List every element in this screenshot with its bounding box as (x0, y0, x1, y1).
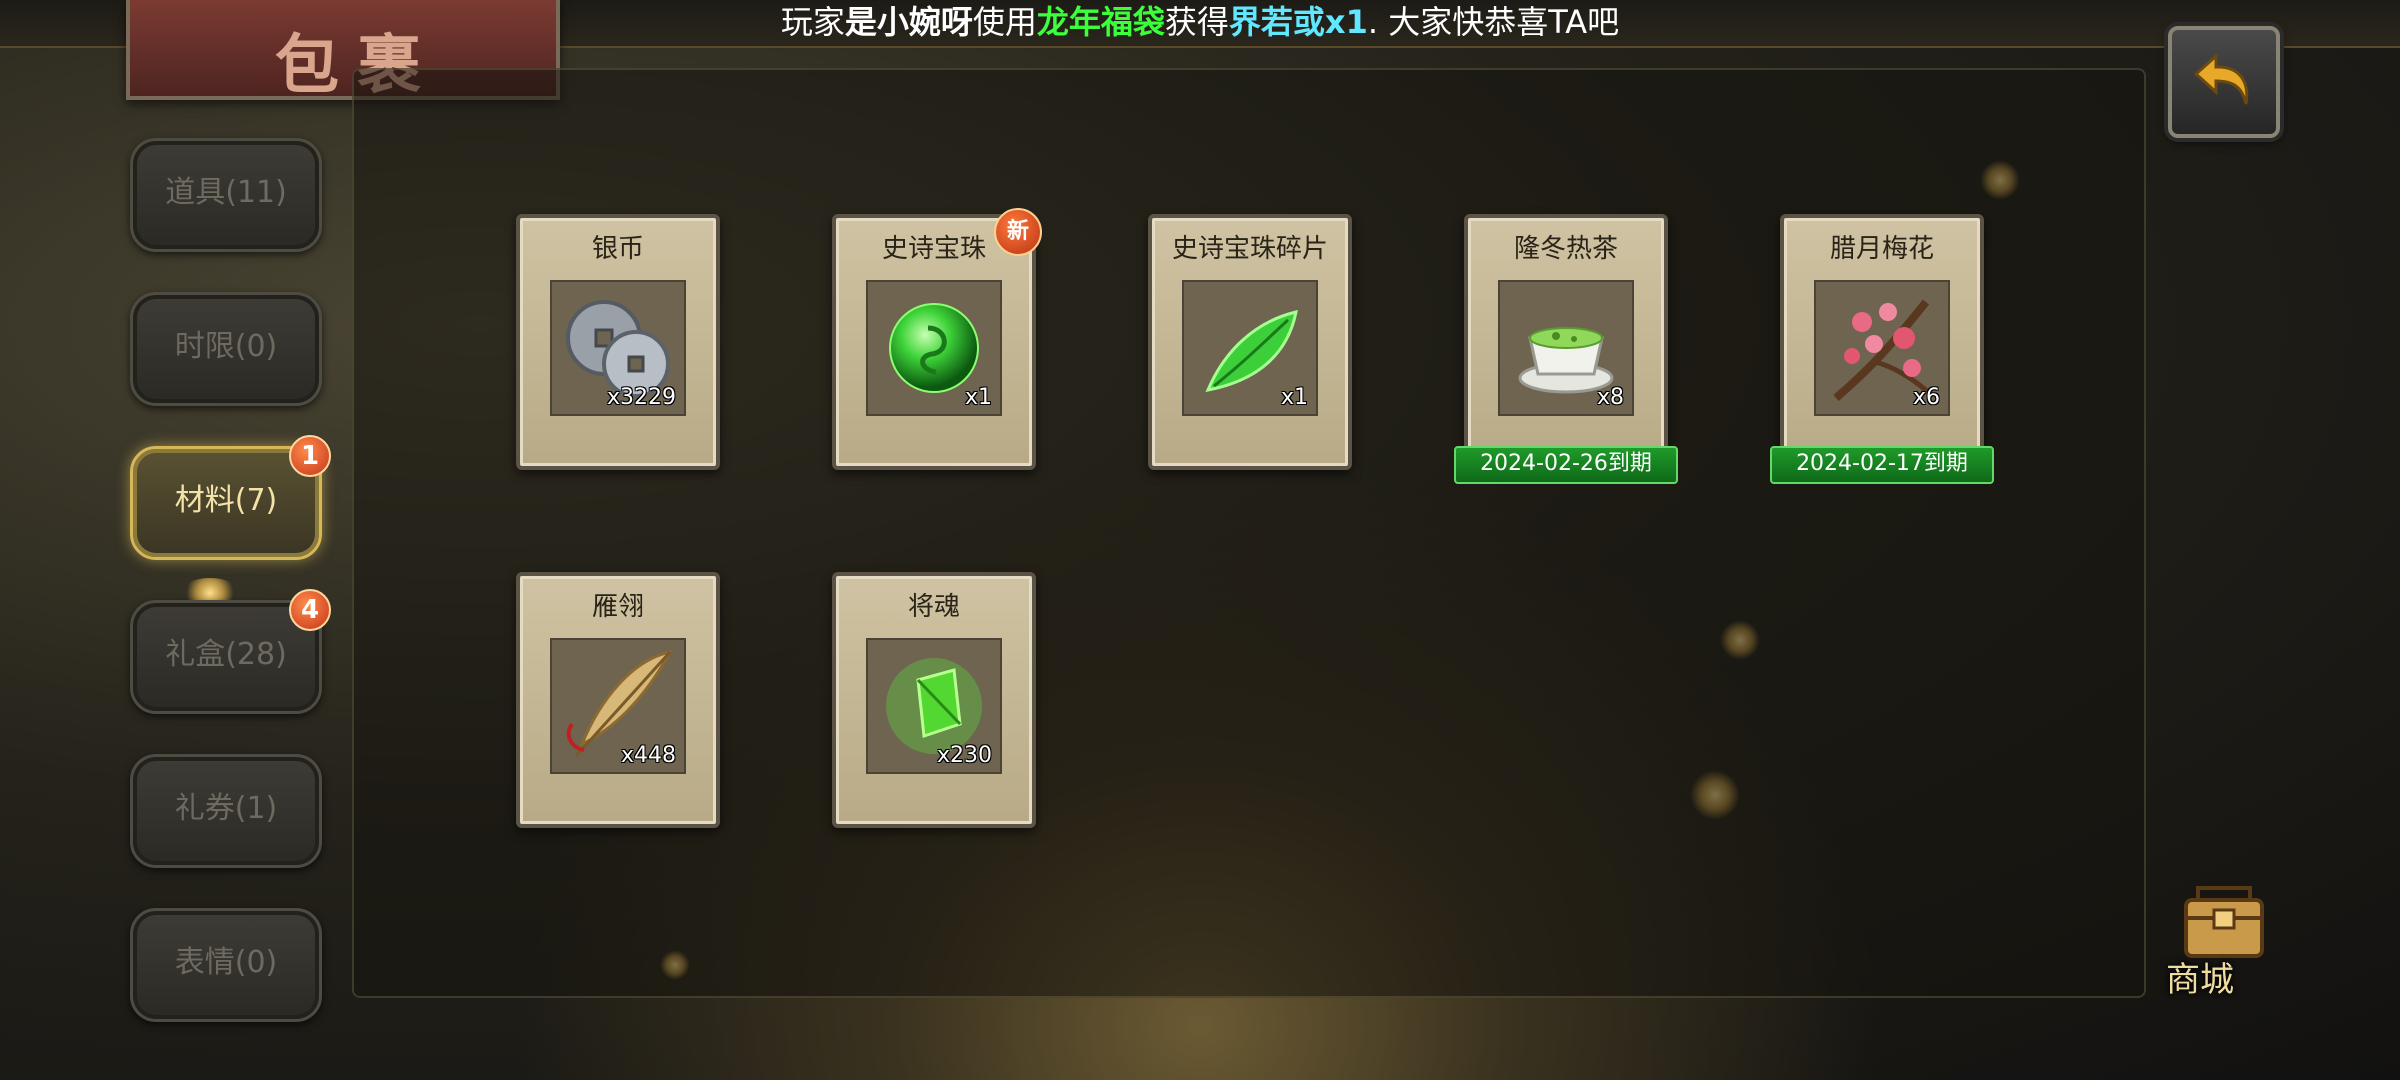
item-quantity: x1 (1280, 385, 1308, 410)
item-name: 史诗宝珠碎片 (1171, 234, 1328, 264)
item-name: 雁翎 (591, 592, 644, 622)
item-icon-slot: x8 (1498, 280, 1634, 416)
tab-emotes[interactable]: 表情(0) (130, 908, 322, 1022)
item-card[interactable]: 史诗宝珠碎片 x1 (1148, 214, 1352, 470)
ticker-text: 获得 (1164, 3, 1229, 41)
expiry-bar: 2024-02-26到期 (1454, 446, 1678, 484)
item-quantity: x448 (620, 743, 676, 768)
ticker-player-name: 是小婉呀 (844, 3, 973, 41)
item-icon-slot: x1 (866, 280, 1002, 416)
ticker-text: 使用 (972, 3, 1037, 41)
item-quantity: x3229 (606, 385, 676, 410)
item-icon-slot: x230 (866, 638, 1002, 774)
ticker-reward: 界若或x1 (1228, 3, 1368, 41)
item-name: 腊月梅花 (1829, 234, 1934, 264)
item-card[interactable]: 雁翎 x448 (516, 572, 720, 828)
item-name: 银币 (591, 234, 644, 264)
tab-limited[interactable]: 时限(0) (130, 292, 322, 406)
item-quantity: x1 (964, 385, 992, 410)
back-button[interactable] (2168, 26, 2280, 138)
item-card[interactable]: 将魂 x230 (832, 572, 1036, 828)
tab-vouchers[interactable]: 礼券(1) (130, 754, 322, 868)
tab-gift-boxes[interactable]: 礼盒(28) 4 (130, 589, 331, 714)
item-card[interactable]: 史诗宝珠 x1 新 (832, 208, 1042, 470)
back-arrow-icon (2193, 52, 2249, 105)
item-card[interactable]: 银币 x3229 (516, 214, 720, 470)
new-badge: 新 (994, 208, 1042, 256)
item-name: 将魂 (907, 592, 960, 622)
item-icon-slot: x3229 (550, 280, 686, 416)
item-name: 隆冬热茶 (1513, 234, 1618, 264)
expiry-bar: 2024-02-17到期 (1770, 446, 1994, 484)
item-icon-slot: x1 (1182, 280, 1318, 416)
ticker-text: 玩家 (780, 3, 845, 41)
tab-label: 礼券(1) (174, 791, 278, 826)
shop-label: 商城 (2166, 960, 2234, 1000)
tab-label: 表情(0) (174, 945, 278, 980)
item-quantity: x230 (936, 743, 992, 768)
tab-label: 礼盒(28) (165, 637, 287, 672)
inventory-panel (352, 68, 2146, 998)
tab-items[interactable]: 道具(11) (130, 138, 322, 252)
item-card[interactable]: 腊月梅花 x6 2024-02-17到期 (1770, 214, 1994, 484)
tab-materials[interactable]: 材料(7) 1 (130, 435, 331, 560)
item-icon-slot: x448 (550, 638, 686, 774)
shop-button[interactable]: 商城 (2160, 880, 2280, 1000)
tab-label: 材料(7) (174, 483, 278, 518)
item-quantity: x8 (1596, 385, 1624, 410)
item-icon-slot: x6 (1814, 280, 1950, 416)
ticker-item-name: 龙年福袋 (1036, 3, 1165, 41)
ticker-text: . 大家快恭喜TA吧 (1367, 3, 1620, 41)
item-quantity: x6 (1912, 385, 1940, 410)
notification-badge: 4 (289, 589, 331, 631)
item-card[interactable]: 隆冬热茶 x8 2024-02-26到期 (1454, 214, 1678, 484)
tab-label: 时限(0) (174, 329, 278, 364)
notification-badge: 1 (289, 435, 331, 477)
tab-label: 道具(11) (165, 175, 287, 210)
